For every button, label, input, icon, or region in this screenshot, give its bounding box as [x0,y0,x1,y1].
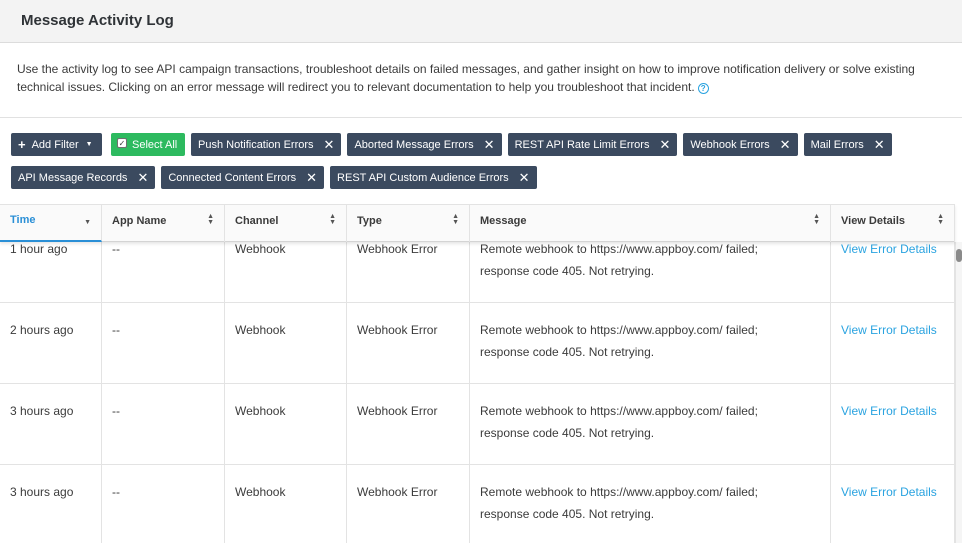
checkbox-checked-icon[interactable]: ✓ [117,137,127,148]
sort-icon: ▲ ▼ [452,213,459,226]
column-header-label: View Details [841,215,905,227]
cell-app-name: -- [102,384,225,465]
plus-icon: + [18,137,26,152]
select-all-label: Select All [132,138,178,151]
cell-message[interactable]: Remote webhook to https://www.appboy.com… [470,465,831,543]
cell-app-name: -- [102,465,225,543]
filter-tag[interactable]: REST API Rate Limit Errors ✕ [507,133,678,156]
cell-channel: Webhook [225,384,347,465]
table-row: 2 hours ago -- Webhook Webhook Error Rem… [0,303,955,384]
cell-type: Webhook Error [347,465,470,543]
sort-icon: ▲ ▼ [937,213,944,226]
filter-tag-label: Connected Content Errors [168,171,297,184]
filter-tag-label: API Message Records [18,171,128,184]
scrollbar-thumb[interactable] [956,249,962,262]
table-header: Time ▼ App Name ▲ ▼ Channel ▲ ▼ Type ▲ ▼ Me… [0,204,955,242]
column-header-channel[interactable]: Channel ▲ ▼ [225,205,347,242]
filter-tag[interactable]: Webhook Errors ✕ [683,133,798,156]
filter-tag[interactable]: REST API Custom Audience Errors ✕ [330,166,537,189]
cell-channel: Webhook [225,465,347,543]
table-row: 3 hours ago -- Webhook Webhook Error Rem… [0,384,955,465]
filter-tag-label: Webhook Errors [690,138,770,151]
column-header-message[interactable]: Message ▲ ▼ [470,205,831,242]
remove-filter-icon[interactable]: ✕ [659,137,670,153]
filter-tag-label: Push Notification Errors [198,138,314,151]
remove-filter-icon[interactable]: ✕ [519,170,530,186]
view-error-details-link[interactable]: View Error Details [841,481,937,503]
page-title: Message Activity Log [21,12,174,29]
page-header: Message Activity Log [0,0,962,43]
filter-bar-row-2: API Message Records ✕ Connected Content … [11,166,537,189]
filter-tag[interactable]: Aborted Message Errors ✕ [347,133,502,156]
add-filter-label: Add Filter [31,138,79,151]
cell-time: 2 hours ago [0,303,102,384]
filter-tag[interactable]: Connected Content Errors ✕ [161,166,325,189]
cell-type: Webhook Error [347,384,470,465]
remove-filter-icon[interactable]: ✕ [874,137,885,153]
filter-tag[interactable]: API Message Records ✕ [11,166,156,189]
table-row: 3 hours ago -- Webhook Webhook Error Rem… [0,465,955,543]
column-header-label: App Name [112,215,167,227]
column-header-time[interactable]: Time ▼ [0,205,102,242]
filter-tag[interactable]: Mail Errors ✕ [803,133,892,156]
cell-view-details: View Error Details [831,303,955,384]
cell-type: Webhook Error [347,303,470,384]
filter-tag[interactable]: Push Notification Errors ✕ [191,133,342,156]
filter-tag-label: Mail Errors [810,138,864,151]
view-error-details-link[interactable]: View Error Details [841,400,937,422]
column-header-type[interactable]: Type ▲ ▼ [347,205,470,242]
column-header-label: Type [357,215,382,227]
sort-icon: ▲ ▼ [207,213,214,226]
column-header-label: Channel [235,215,279,227]
filter-tag-label: Aborted Message Errors [354,138,474,151]
section-divider [0,117,962,118]
remove-filter-icon[interactable]: ✕ [306,170,317,186]
column-header-view-details[interactable]: View Details ▲ ▼ [831,205,955,242]
remove-filter-icon[interactable]: ✕ [780,137,791,153]
cell-message[interactable]: Remote webhook to https://www.appboy.com… [470,384,831,465]
remove-filter-icon[interactable]: ✕ [484,137,495,153]
column-header-label: Message [480,215,527,227]
filter-bar-row-1: + Add Filter ▼ ✓ Select All Push Notific… [11,133,892,156]
view-error-details-link[interactable]: View Error Details [841,319,937,341]
table-scrollbar[interactable] [955,242,962,543]
caret-down-icon: ▼ [85,141,93,148]
column-header-app-name[interactable]: App Name ▲ ▼ [102,205,225,242]
add-filter-button[interactable]: + Add Filter ▼ [11,133,102,156]
cell-message[interactable]: Remote webhook to https://www.appboy.com… [470,303,831,384]
select-all-button[interactable]: ✓ Select All [111,133,185,156]
cell-app-name: -- [102,303,225,384]
cell-view-details: View Error Details [831,384,955,465]
cell-time: 3 hours ago [0,384,102,465]
filter-tag-label: REST API Custom Audience Errors [337,171,509,184]
cell-view-details: View Error Details [831,465,955,543]
remove-filter-icon[interactable]: ✕ [137,170,148,186]
description-body: Use the activity log to see API campaign… [17,62,915,94]
cell-channel: Webhook [225,303,347,384]
help-icon[interactable]: ? [697,82,709,94]
sort-desc-icon: ▼ [84,219,91,226]
sort-icon: ▲ ▼ [329,213,336,226]
cell-time: 3 hours ago [0,465,102,543]
sort-icon: ▲ ▼ [813,213,820,226]
remove-filter-icon[interactable]: ✕ [324,137,335,153]
filter-tag-label: REST API Rate Limit Errors [514,138,650,151]
column-header-label: Time [10,214,36,226]
description-text: Use the activity log to see API campaign… [17,61,937,96]
activity-table: Time ▼ App Name ▲ ▼ Channel ▲ ▼ Type ▲ ▼ Me… [0,204,962,543]
